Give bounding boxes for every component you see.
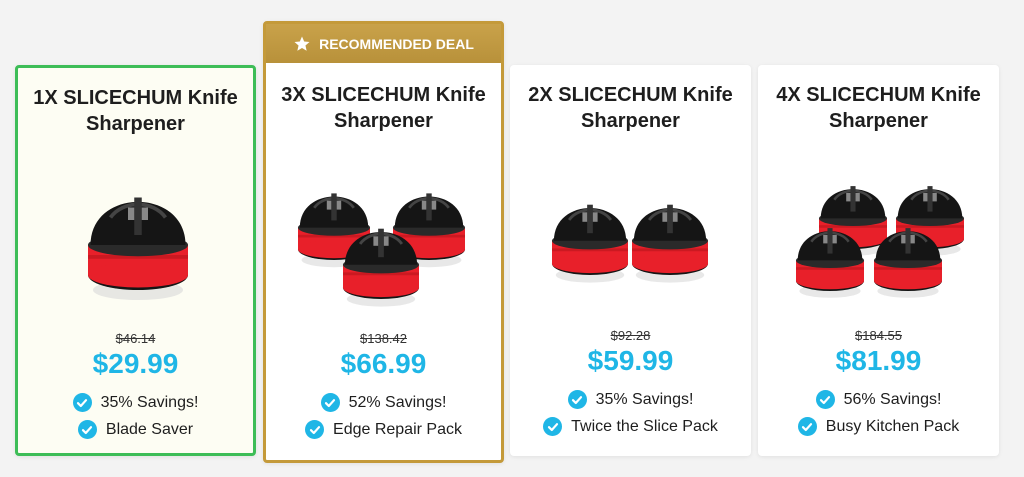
original-price: $184.55 — [855, 328, 902, 343]
original-price: $138.42 — [360, 331, 407, 346]
feature-savings: 35% Savings! — [18, 393, 253, 412]
product-image — [796, 186, 964, 298]
product-image — [552, 204, 708, 283]
original-price: $92.28 — [610, 328, 651, 343]
check-circle-icon — [305, 420, 325, 439]
feature-label: 56% Savings! — [843, 390, 942, 408]
sale-price: $29.99 — [92, 348, 179, 379]
feature-pack: Twice the Slice Pack — [510, 417, 751, 436]
check-circle-icon — [72, 393, 92, 412]
product-card-2x[interactable]: 2X SLICECHUM Knife Sharpener $92.28 $59.… — [510, 65, 751, 456]
sale-price: $66.99 — [340, 348, 427, 379]
sharpener-unit — [552, 204, 628, 283]
feature-savings: 56% Savings! — [758, 390, 999, 409]
star-icon — [294, 36, 310, 51]
feature-savings: 52% Savings! — [266, 393, 501, 412]
check-circle-icon — [797, 417, 817, 436]
banner-label: RECOMMENDED DEAL — [319, 35, 474, 52]
product-image — [298, 193, 465, 307]
feature-pack: Edge Repair Pack — [266, 420, 501, 439]
feature-pack: Busy Kitchen Pack — [758, 417, 999, 436]
product-card-4x[interactable]: 4X SLICECHUM Knife Sharpener $184.55 $81… — [758, 65, 999, 456]
feature-label: 52% Savings! — [348, 393, 447, 411]
feature-label: 35% Savings! — [100, 393, 199, 411]
card-title: 2X SLICECHUM Knife Sharpener — [528, 84, 733, 132]
card-title: 1X SLICECHUM Knife Sharpener — [33, 87, 238, 135]
feature-label: Twice the Slice Pack — [571, 417, 718, 435]
feature-savings: 35% Savings! — [510, 390, 751, 409]
check-circle-icon — [543, 417, 563, 436]
sharpener-unit — [632, 204, 708, 283]
feature-label: Blade Saver — [105, 420, 194, 438]
check-circle-icon — [567, 390, 587, 409]
product-card-3x[interactable]: RECOMMENDED DEAL 3X SLICECHUM Knife Shar… — [263, 21, 504, 463]
feature-pack: Blade Saver — [18, 420, 253, 439]
check-circle-icon — [815, 390, 835, 409]
card-title: 3X SLICECHUM Knife Sharpener — [281, 84, 486, 132]
original-price: $46.14 — [115, 331, 156, 346]
recommended-deal-banner: RECOMMENDED DEAL — [266, 24, 501, 63]
feature-label: Busy Kitchen Pack — [825, 417, 960, 435]
product-card-1x[interactable]: 1X SLICECHUM Knife Sharpener $46.14 $29.… — [15, 65, 256, 456]
feature-label: Edge Repair Pack — [333, 420, 462, 438]
sale-price: $59.99 — [587, 345, 674, 376]
sharpener-unit — [88, 197, 188, 300]
check-circle-icon — [320, 393, 340, 412]
product-image — [88, 197, 188, 300]
feature-label: 35% Savings! — [595, 390, 694, 408]
card-title: 4X SLICECHUM Knife Sharpener — [776, 84, 981, 132]
check-circle-icon — [77, 420, 97, 439]
sale-price: $81.99 — [835, 345, 922, 376]
